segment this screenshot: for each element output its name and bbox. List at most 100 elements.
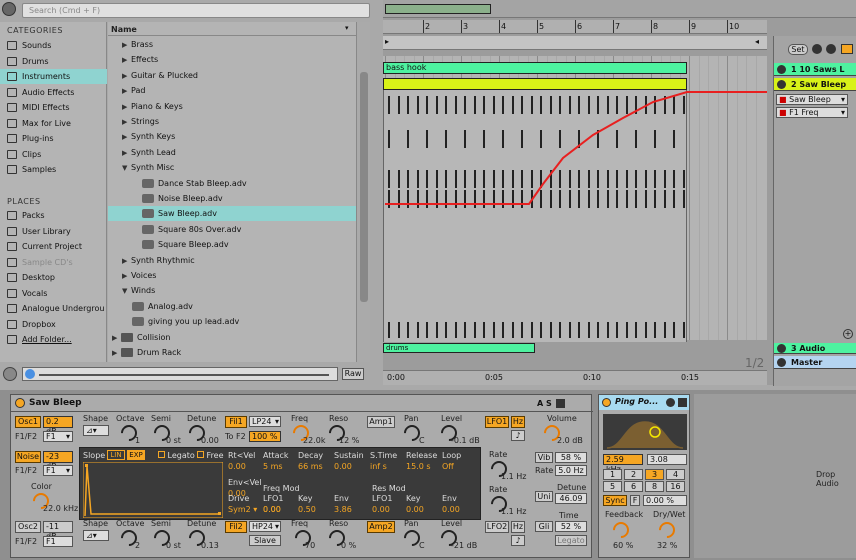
automation-param-select[interactable]: ■ F1 Freq ▾: [776, 107, 848, 118]
next-locator-icon[interactable]: [826, 44, 836, 54]
device-power-icon[interactable]: [602, 398, 611, 407]
feedback-knob[interactable]: [609, 518, 633, 542]
track-1-header[interactable]: 1 10 Saws L: [774, 63, 856, 76]
midi-note[interactable]: [540, 322, 542, 338]
search-input[interactable]: Search (Cmd + F): [22, 3, 370, 18]
automation-curve[interactable]: [383, 88, 767, 218]
noise-level[interactable]: -23 dB: [43, 451, 73, 471]
time-ruler[interactable]: 0:00 0:05 0:10 0:15: [383, 370, 767, 385]
mod-param-value[interactable]: 0.00: [406, 505, 424, 514]
category-audio-effects[interactable]: Audio Effects: [0, 85, 107, 100]
env-param-value[interactable]: 5 ms: [263, 462, 283, 471]
browser-item[interactable]: Noise Bleep.adv: [108, 191, 356, 206]
device-s-button[interactable]: S: [546, 399, 552, 408]
loop-bar[interactable]: ▸ ◂: [383, 36, 767, 50]
pingpong-title-bar[interactable]: Ping Po...: [599, 395, 689, 410]
midi-note[interactable]: [673, 322, 675, 338]
category-plug-ins[interactable]: Plug-ins: [0, 131, 107, 146]
mod-param-value[interactable]: 3.86: [334, 505, 352, 514]
midi-note[interactable]: [397, 322, 400, 338]
save-preset-icon[interactable]: [556, 399, 565, 408]
lfo2-toggle[interactable]: LFO2: [485, 521, 509, 533]
lfo2-hz-toggle[interactable]: Hz: [511, 521, 525, 533]
browser-item[interactable]: giving you up lead.adv: [108, 314, 356, 329]
preview-toggle-icon[interactable]: [3, 367, 17, 381]
browser-item[interactable]: Dance Stab Bleep.adv: [108, 176, 356, 191]
midi-note[interactable]: [654, 322, 656, 338]
raw-button[interactable]: Raw: [342, 368, 364, 380]
midi-note[interactable]: [426, 322, 428, 338]
place-desktop[interactable]: Desktop: [0, 270, 107, 285]
lfo1-hz-toggle[interactable]: Hz: [511, 416, 525, 428]
midi-note[interactable]: [635, 322, 637, 338]
pingpong-freq[interactable]: 2.59 kHz: [603, 454, 643, 474]
clip-drums[interactable]: drums: [383, 343, 535, 353]
env-param-value[interactable]: 66 ms: [298, 462, 323, 471]
vib-button[interactable]: Vib: [535, 452, 553, 463]
midi-note[interactable]: [511, 322, 514, 338]
browser-item[interactable]: ▶ Synth Lead: [108, 145, 356, 160]
midi-note[interactable]: [483, 322, 485, 338]
osc2-shape-select[interactable]: ⊿▾: [83, 530, 109, 541]
legato-checkbox[interactable]: Legato: [158, 451, 195, 460]
free-checkbox[interactable]: Free: [197, 451, 224, 460]
place-dropbox[interactable]: Dropbox: [0, 317, 107, 332]
env-param-value[interactable]: 15.0 s: [406, 462, 431, 471]
master-header[interactable]: Master: [774, 356, 856, 369]
midi-note[interactable]: [606, 322, 609, 338]
osc2-level[interactable]: -11 dB: [43, 521, 73, 541]
browser-item[interactable]: ▼ Winds: [108, 283, 356, 298]
lin-button[interactable]: LIN: [107, 450, 125, 460]
place-add-folder-[interactable]: Add Folder...: [0, 332, 107, 347]
lfo1-toggle[interactable]: LFO1: [485, 416, 509, 428]
midi-note[interactable]: [502, 322, 504, 338]
rate-value[interactable]: 5.0 Hz: [555, 465, 587, 476]
browser-item[interactable]: Analog.adv: [108, 299, 356, 314]
browser-item[interactable]: ▶ Drum Rack: [108, 345, 356, 360]
fold-icon[interactable]: [777, 344, 786, 353]
category-midi-effects[interactable]: MIDI Effects: [0, 100, 107, 115]
env-param-value[interactable]: inf s: [370, 462, 387, 471]
env-param-value[interactable]: 0.00: [334, 462, 352, 471]
chevron-down-icon[interactable]: ▾: [345, 24, 349, 32]
sync-button[interactable]: Sync: [603, 495, 627, 506]
category-max-for-live[interactable]: Max for Live: [0, 116, 107, 131]
place-vocals[interactable]: Vocals: [0, 286, 107, 301]
midi-note[interactable]: [549, 322, 552, 338]
midi-note[interactable]: [682, 322, 685, 338]
noise-toggle[interactable]: Noise: [15, 451, 41, 463]
browser-item[interactable]: ▶ Synth Rhythmic: [108, 253, 356, 268]
drywet-knob[interactable]: [655, 518, 679, 542]
browser-item[interactable]: Saw Bleep.adv: [108, 206, 356, 222]
browser-item[interactable]: ▶ Pad: [108, 83, 356, 98]
fil1-toggle[interactable]: Fil1: [225, 416, 247, 428]
noise-route-select[interactable]: F1 ▾: [43, 465, 73, 476]
overview-bar[interactable]: [383, 0, 856, 18]
set-button[interactable]: Set: [788, 44, 808, 55]
delay-time-button[interactable]: 4: [666, 469, 685, 480]
add-locator-icon[interactable]: [812, 44, 822, 54]
browser-item[interactable]: ▶ Piano & Keys: [108, 99, 356, 114]
midi-note[interactable]: [416, 322, 419, 338]
track-2-header[interactable]: 2 Saw Bleep: [774, 78, 856, 91]
legato-button[interactable]: Legato: [555, 535, 587, 546]
fold-icon[interactable]: [777, 358, 786, 367]
browser-item[interactable]: Square Bleep.adv: [108, 237, 356, 252]
filter-display[interactable]: [603, 414, 687, 450]
browser-scrollbar[interactable]: [356, 22, 370, 362]
fil2-slave-button[interactable]: Slave: [249, 535, 281, 546]
amp1-toggle[interactable]: Amp1: [367, 416, 395, 428]
midi-note[interactable]: [559, 322, 561, 338]
browser-item[interactable]: ▼ Synth Misc: [108, 160, 356, 175]
preview-waveform[interactable]: [22, 367, 338, 381]
drive-select[interactable]: Sym2 ▾: [228, 505, 257, 514]
lfo1-note-button[interactable]: ♪: [511, 430, 525, 441]
osc1-route-select[interactable]: F1 ▾: [43, 431, 73, 442]
category-clips[interactable]: Clips: [0, 147, 107, 162]
column-header-name[interactable]: Name: [111, 25, 137, 34]
midi-note[interactable]: [492, 322, 495, 338]
save-preset-icon[interactable]: [678, 398, 687, 407]
exp-button[interactable]: EXP: [127, 450, 145, 460]
category-instruments[interactable]: Instruments: [0, 69, 107, 84]
fil2-type-select[interactable]: HP24 ▾: [249, 521, 281, 532]
